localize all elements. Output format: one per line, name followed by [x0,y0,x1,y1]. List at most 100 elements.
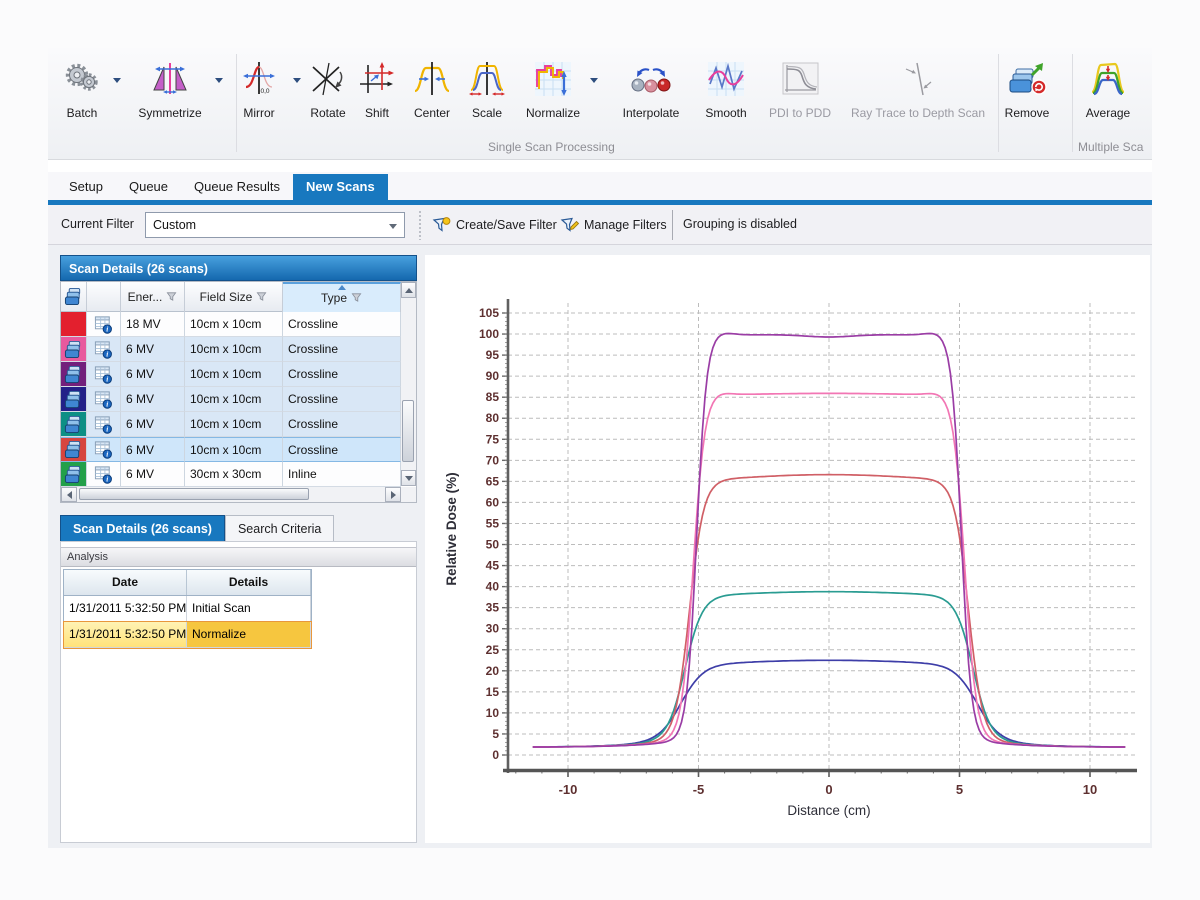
dropdown-arrow-icon[interactable] [113,78,121,83]
ribbon-item-label: Remove [996,106,1058,120]
y-tick-label: 10 [486,706,500,720]
scan-color-swatch [61,412,87,437]
ribbon-symmetrize-button[interactable]: Symmetrize [123,56,217,142]
ribbon-item-label: Batch [49,106,115,120]
current-filter-dropdown[interactable]: Custom [145,212,405,238]
column-header-stack[interactable] [61,282,87,312]
scan-row[interactable]: i6 MV30cm x 30cmInline [61,462,401,487]
scan-row[interactable]: i18 MV10cm x 10cmCrossline [61,312,401,337]
current-filter-label: Current Filter [61,217,134,231]
scan-row[interactable]: i6 MV10cm x 10cmCrossline [61,362,401,387]
scan-table: Ener...Field SizeTypei18 MV10cm x 10cmCr… [60,281,417,503]
scan-info-icon-cell[interactable]: i [87,437,121,462]
grid-info-icon[interactable]: i [94,315,113,334]
scan-energy-cell: 6 MV [121,337,185,362]
ribbon-mirror-button[interactable]: 0,0 Mirror [223,56,295,142]
scroll-up-button[interactable] [401,282,416,298]
scan-field-size-cell: 10cm x 10cm [185,437,283,462]
grid-info-icon[interactable]: i [94,390,113,409]
scan-row[interactable]: i6 MV10cm x 10cmCrossline [61,337,401,362]
ribbon-rotate-button[interactable]: Rotate [299,56,357,142]
tab-new-scans[interactable]: New Scans [293,174,388,200]
pdi-to-pdd-icon [778,60,822,98]
grid-info-icon[interactable]: i [94,440,113,459]
scan-type-cell: Crossline [283,362,401,387]
scan-info-icon-cell[interactable]: i [87,387,121,412]
ribbon-smooth-button[interactable]: Smooth [697,56,755,142]
scan-row[interactable]: i6 MV10cm x 10cmCrossline [61,412,401,437]
scan-info-icon-cell[interactable]: i [87,412,121,437]
scan-row[interactable]: i6 MV10cm x 10cmCrossline [61,387,401,412]
tab-setup[interactable]: Setup [56,174,116,200]
scroll-down-button[interactable] [401,470,416,486]
scan-info-icon-cell[interactable]: i [87,312,121,337]
horizontal-scrollbar[interactable] [61,487,416,502]
scan-color-swatch [61,312,87,337]
grid-info-icon[interactable]: i [94,415,113,434]
vertical-scrollbar[interactable] [401,282,416,486]
grid-info-icon[interactable]: i [94,340,113,359]
grid-info-icon[interactable]: i [94,365,113,384]
ribbon-remove-button[interactable]: Remove [996,56,1058,142]
scan-energy-cell: 6 MV [121,387,185,412]
ribbon-item-label: Scale [464,106,510,120]
detail-tab-search-criteria[interactable]: Search Criteria [225,515,334,541]
y-tick-label: 75 [486,432,500,446]
tab-queue-results[interactable]: Queue Results [181,174,293,200]
history-date-cell: 1/31/2011 5:32:50 PM [64,596,187,621]
scan-info-icon-cell[interactable]: i [87,337,121,362]
column-header-blank[interactable] [87,282,121,312]
dropdown-arrow-icon[interactable] [590,78,598,83]
filter-funnel-icon[interactable] [166,291,177,302]
ribbon-scale-button[interactable]: Scale [464,56,510,142]
ribbon-average-button[interactable]: Average [1074,56,1142,142]
stacked-scans-icon [64,440,83,459]
vertical-scroll-thumb[interactable] [402,400,414,462]
history-row[interactable]: 1/31/2011 5:32:50 PMInitial Scan [64,596,311,622]
scan-energy-cell: 6 MV [121,362,185,387]
filter-funnel-icon[interactable] [256,291,267,302]
column-header-type[interactable]: Type [283,282,401,312]
y-tick-label: 40 [486,580,500,594]
scan-info-icon-cell[interactable]: i [87,362,121,387]
ribbon-item-label: Mirror [223,106,295,120]
shift-icon [357,60,397,98]
y-axis-title: Relative Dose (%) [444,472,459,585]
current-filter-value: Custom [153,218,196,232]
history-details-cell: Initial Scan [187,596,311,621]
tab-queue[interactable]: Queue [116,174,181,200]
horizontal-scroll-thumb[interactable] [79,488,309,500]
svg-text:0,0: 0,0 [261,88,270,95]
ribbon-item-label: Normalize [514,106,592,120]
ribbon-normalize-button[interactable]: Normalize [514,56,592,142]
ribbon-separator [998,54,999,152]
stacked-scans-icon [64,287,83,306]
scroll-left-button[interactable] [61,487,77,502]
column-header-field-size[interactable]: Field Size [185,282,283,312]
history-row[interactable]: 1/31/2011 5:32:50 PMNormalize [64,622,311,648]
ribbon-item-label: Symmetrize [123,106,217,120]
ribbon-center-button[interactable]: Center [405,56,459,142]
y-tick-label: 15 [486,685,500,699]
ribbon-batch-button[interactable]: Batch [49,56,115,142]
filter-funnel-icon[interactable] [351,292,362,303]
ribbon-interpolate-button[interactable]: Interpolate [606,56,696,142]
scan-info-icon-cell[interactable]: i [87,462,121,487]
ribbon-shift-button[interactable]: Shift [354,56,400,142]
manage-filters-button[interactable]: Manage Filters [560,213,667,237]
scan-row[interactable]: i6 MV10cm x 10cmCrossline [61,437,401,462]
column-header-energy[interactable]: Ener... [121,282,185,312]
dropdown-arrow-icon[interactable] [215,78,223,83]
history-column-header-details[interactable]: Details [187,570,311,595]
profile-chart: 0510152025303540455055606570758085909510… [425,255,1150,843]
scan-table-header-row: Ener...Field SizeType [61,282,401,312]
create-save-filter-button[interactable]: Create/Save Filter [432,213,557,237]
history-column-header-date[interactable]: Date [64,570,187,595]
create-save-filter-label: Create/Save Filter [456,218,557,232]
history-date-cell: 1/31/2011 5:32:50 PM [64,622,187,647]
scroll-right-button[interactable] [385,487,401,502]
y-tick-label: 20 [486,664,500,678]
grid-info-icon[interactable]: i [94,465,113,484]
detail-tab-scan-details-26-scans-[interactable]: Scan Details (26 scans) [60,515,225,541]
y-tick-label: 25 [486,643,500,657]
